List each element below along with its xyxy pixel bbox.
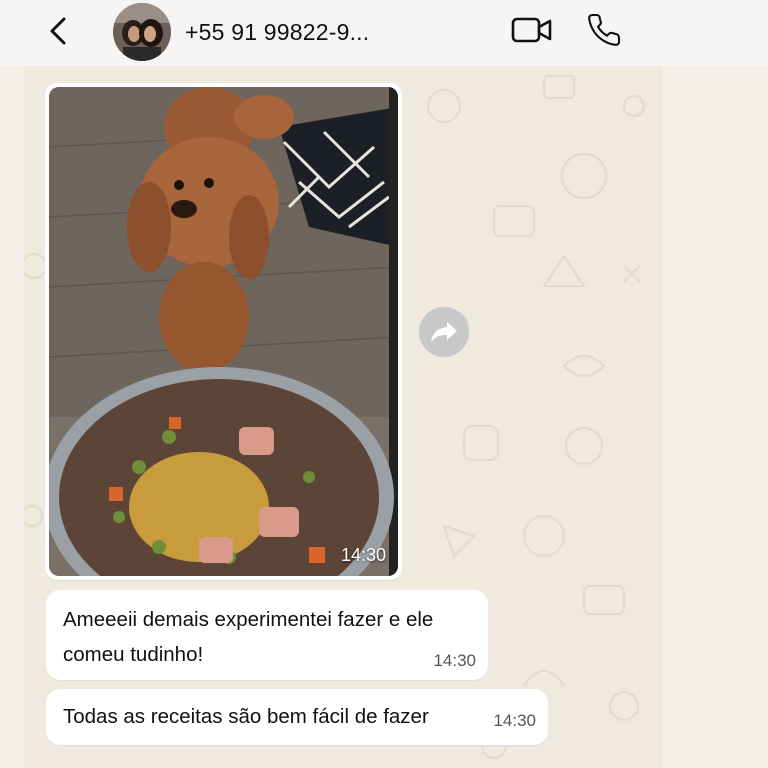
message-text-line: comeu tudinho! xyxy=(63,643,204,666)
forward-button[interactable] xyxy=(419,307,469,357)
image-message[interactable]: 14:30 xyxy=(45,83,402,580)
message-text-line: Ameeeii demais experimentei fazer e ele xyxy=(63,608,434,631)
avatar[interactable] xyxy=(113,3,171,61)
photo-image xyxy=(49,87,398,576)
chat-header: +55 91 99822-9... xyxy=(0,0,768,66)
contact-name[interactable]: +55 91 99822-9... xyxy=(185,19,369,46)
contact-photo xyxy=(113,3,171,61)
forward-icon xyxy=(431,322,457,343)
text-message[interactable]: Todas as receitas são bem fácil de fazer… xyxy=(46,689,548,745)
message-time: 14:30 xyxy=(493,711,536,730)
back-button[interactable] xyxy=(44,14,76,48)
voice-call-button[interactable] xyxy=(586,12,622,48)
text-message[interactable]: Ameeeii demais experimentei fazer e ele … xyxy=(46,590,488,680)
chevron-left-icon xyxy=(50,17,66,45)
message-time: 14:30 xyxy=(340,545,386,565)
phone-icon xyxy=(588,13,621,46)
video-call-button[interactable] xyxy=(510,14,554,46)
side-margin xyxy=(662,66,768,768)
video-camera-icon xyxy=(511,17,552,43)
message-text: Todas as receitas são bem fácil de fazer xyxy=(63,705,429,728)
message-time: 14:30 xyxy=(433,651,476,670)
dog-food-photo[interactable]: 14:30 xyxy=(49,87,398,576)
